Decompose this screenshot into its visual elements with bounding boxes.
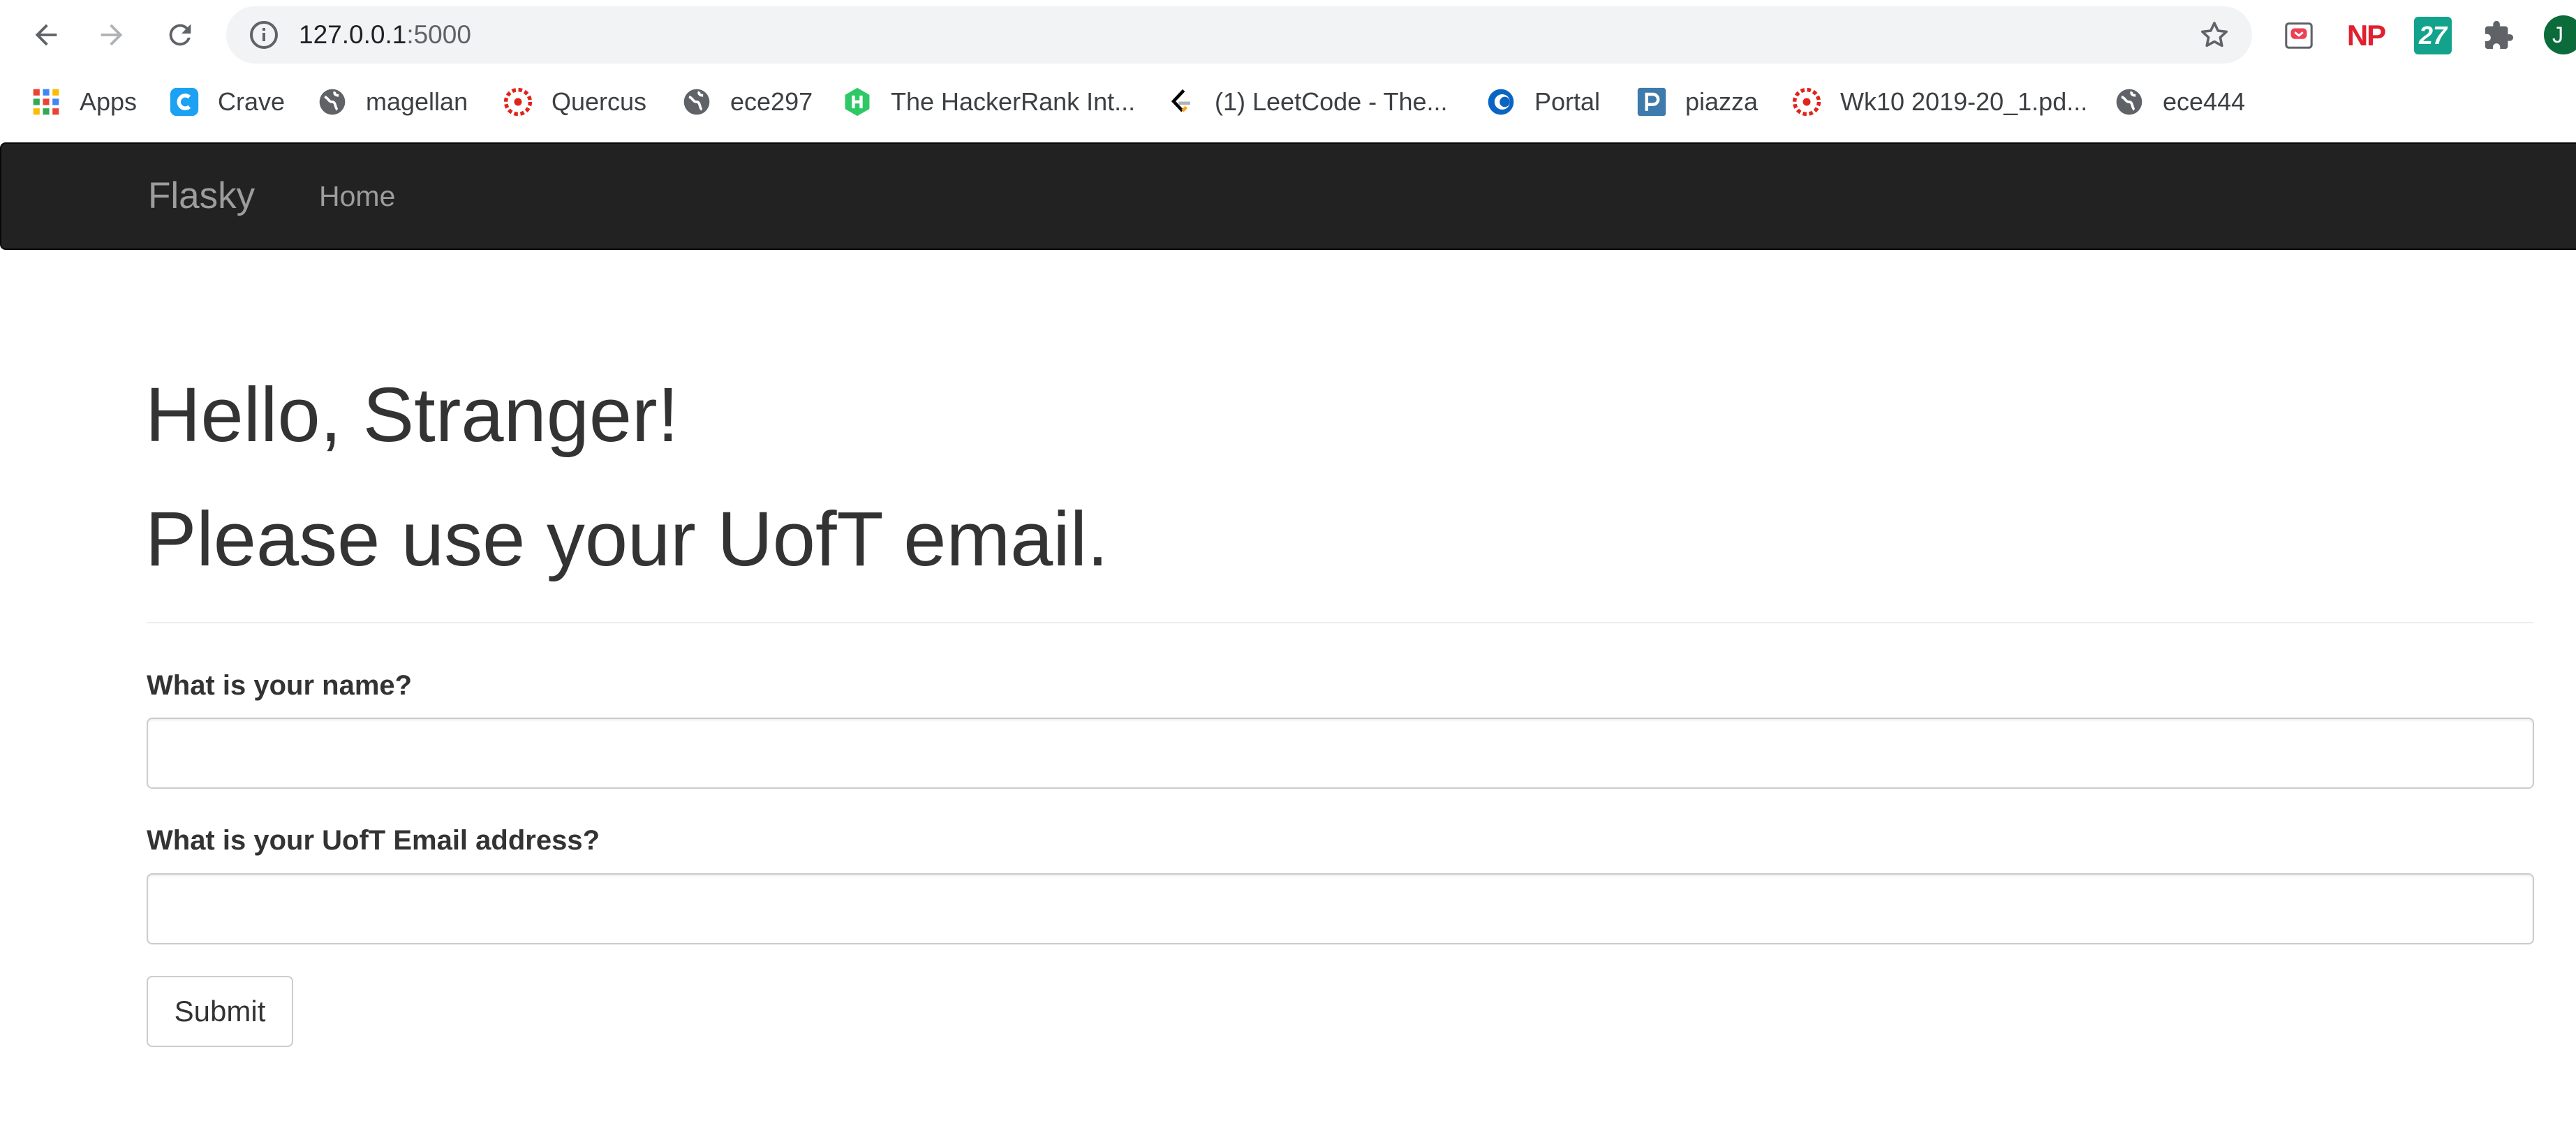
bookmark-quercus[interactable]: Quercus [503, 70, 646, 134]
pocket-extension-button[interactable] [2280, 17, 2318, 54]
np-extension-button[interactable]: NP [2347, 17, 2386, 54]
address-bar[interactable]: 127.0.0.1:5000 [226, 6, 2252, 64]
bookmark-crave[interactable]: Crave [169, 70, 285, 134]
crave-icon [169, 87, 200, 117]
email-field-label: What is your UofT Email address? [147, 825, 600, 856]
globe-icon [317, 87, 348, 117]
navbar-brand[interactable]: Flasky [148, 144, 255, 248]
bookmark-ece297[interactable]: ece297 [681, 70, 813, 134]
piazza-icon [1636, 87, 1667, 117]
extensions-button[interactable] [2480, 17, 2517, 54]
quercus-icon [503, 87, 533, 117]
bookmark-label: Quercus [552, 87, 647, 116]
leetcode-icon [1166, 87, 1197, 117]
forward-button[interactable] [91, 14, 133, 56]
header-divider [147, 622, 2534, 623]
badge-27-extension-button[interactable]: 27 [2414, 17, 2452, 54]
globe-icon [2114, 87, 2145, 117]
bookmark-piazza[interactable]: piazza [1636, 70, 1758, 134]
arrow-left-icon [35, 24, 57, 46]
bookmark-label: Crave [218, 87, 286, 116]
bookmark-magellan[interactable]: magellan [317, 70, 468, 134]
bookmark-label: magellan [366, 87, 468, 116]
apps-grid-icon [31, 87, 61, 117]
bookmark-label: Portal [1534, 87, 1601, 116]
bookmarks-bar: Apps Crave magellan Quercus ece297 The H… [0, 70, 2576, 134]
bookmark-ece444[interactable]: ece444 [2114, 70, 2245, 134]
pocket-icon [2285, 22, 2313, 49]
site-navbar: Flasky Home [0, 142, 2576, 250]
url-host: 127.0.0.1 [299, 20, 407, 49]
reload-button[interactable] [159, 14, 201, 56]
bookmark-wk10[interactable]: Wk10 2019-20_1.pd... [1791, 70, 2087, 134]
hackerrank-icon [842, 87, 873, 117]
submit-button[interactable]: Submit [147, 976, 293, 1047]
back-button[interactable] [25, 14, 67, 56]
bookmark-hackerrank[interactable]: The HackerRank Int... [842, 70, 1135, 134]
nav-link-home[interactable]: Home [319, 144, 395, 248]
url-text[interactable]: 127.0.0.1:5000 [299, 6, 471, 64]
puzzle-piece-icon [2485, 20, 2514, 50]
bookmark-label: ece444 [2163, 87, 2246, 116]
bookmark-label: The HackerRank Int... [891, 87, 1136, 116]
reload-icon [169, 24, 191, 46]
quercus-icon [1791, 87, 1822, 117]
bookmark-apps[interactable]: Apps [31, 70, 137, 134]
portal-icon [1486, 87, 1516, 117]
arrow-right-icon [101, 24, 123, 46]
name-field-label: What is your name? [147, 670, 413, 701]
page-subtitle: Please use your UofT email. [145, 496, 1109, 582]
globe-icon [681, 87, 712, 117]
url-port: :5000 [406, 20, 471, 49]
star-icon[interactable] [2198, 18, 2231, 52]
bookmark-portal[interactable]: Portal [1486, 70, 1600, 134]
bookmark-label: Wk10 2019-20_1.pd... [1840, 87, 2088, 116]
bookmark-label: ece297 [730, 87, 813, 116]
browser-toolbar: 127.0.0.1:5000 NP 27 J [0, 0, 2576, 70]
profile-avatar[interactable]: J [2544, 15, 2576, 54]
bookmark-leetcode[interactable]: (1) LeetCode - The... [1166, 70, 1448, 134]
name-input[interactable] [147, 718, 2534, 789]
page-title: Hello, Stranger! [145, 372, 679, 458]
info-icon[interactable] [247, 18, 281, 52]
email-input[interactable] [147, 873, 2534, 944]
bookmark-label: Apps [80, 87, 138, 116]
bookmark-label: (1) LeetCode - The... [1215, 87, 1448, 116]
bookmark-label: piazza [1685, 87, 1759, 116]
